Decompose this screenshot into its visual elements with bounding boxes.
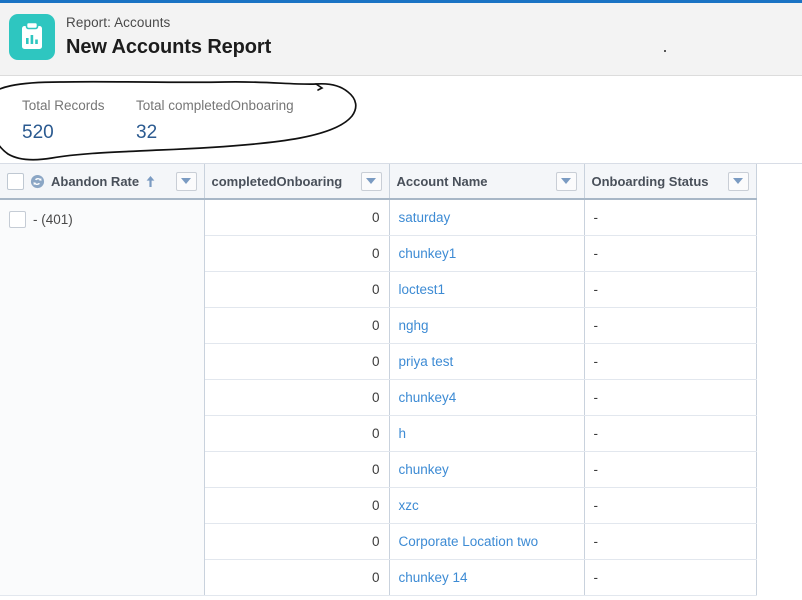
stray-dot-artifact: [664, 50, 666, 52]
cell-account-name[interactable]: chunkey: [389, 451, 585, 488]
header-text-group: Report: Accounts New Accounts Report: [66, 14, 271, 60]
column-menu-button-completedonboaring[interactable]: [360, 171, 382, 191]
breadcrumb: Report: Accounts: [66, 15, 171, 30]
table-body: - (401) 0 saturday - 0 chunkey1 - 0 loct…: [0, 199, 757, 596]
select-all-checkbox[interactable]: [7, 172, 24, 190]
cell-onboarding-status: -: [584, 523, 757, 560]
cell-onboarding-status: -: [584, 559, 757, 596]
arrow-up-icon[interactable]: [145, 175, 156, 188]
cell-completedonboaring: 0: [204, 235, 390, 272]
cell-onboarding-status: -: [584, 415, 757, 452]
page-header: Report: Accounts New Accounts Report: [0, 3, 802, 76]
account-name-link[interactable]: chunkey: [399, 462, 449, 477]
table-header-row: Abandon Rate completedOnboaring Account …: [0, 164, 757, 200]
account-name-link[interactable]: priya test: [399, 354, 454, 369]
account-name-link[interactable]: loctest1: [399, 282, 446, 297]
cell-account-name[interactable]: saturday: [389, 199, 585, 236]
summary-value: 32: [136, 122, 158, 143]
cell-account-name[interactable]: priya test: [389, 343, 585, 380]
account-name-link[interactable]: h: [399, 426, 407, 441]
account-name-link[interactable]: Corporate Location two: [399, 534, 539, 549]
cell-onboarding-status: -: [584, 451, 757, 488]
account-name-link[interactable]: nghg: [399, 318, 429, 333]
summary-item-total-completedonboaring: Total completedOnboaring 32: [136, 97, 294, 145]
column-menu-button-account-name[interactable]: [555, 171, 577, 191]
summary-strip: Total Records 520 Total completedOnboari…: [0, 76, 802, 164]
report-clipboard-icon: [9, 14, 55, 60]
cell-completedonboaring: 0: [204, 271, 390, 308]
group-row-label: - (401): [33, 212, 73, 227]
cell-completedonboaring: 0: [204, 343, 390, 380]
cell-completedonboaring: 0: [204, 307, 390, 344]
cell-account-name[interactable]: Corporate Location two: [389, 523, 585, 560]
cell-account-name[interactable]: chunkey4: [389, 379, 585, 416]
cell-completedonboaring: 0: [204, 523, 390, 560]
column-header-label: Abandon Rate: [51, 173, 140, 189]
cell-onboarding-status: -: [584, 235, 757, 272]
cell-account-name[interactable]: loctest1: [389, 271, 585, 308]
cell-onboarding-status: -: [584, 307, 757, 344]
summary-label: Total Records: [22, 98, 105, 113]
column-header-label: Onboarding Status: [591, 173, 709, 189]
cell-completedonboaring: 0: [204, 559, 390, 596]
cell-onboarding-status: -: [584, 487, 757, 524]
account-name-link[interactable]: chunkey 14: [399, 570, 468, 585]
cell-account-name[interactable]: xzc: [389, 487, 585, 524]
column-header-account-name[interactable]: Account Name: [389, 164, 585, 200]
summary-item-total-records: Total Records 520: [22, 97, 105, 145]
cell-completedonboaring: 0: [204, 199, 390, 236]
column-header-label: Account Name: [396, 173, 488, 189]
cell-account-name[interactable]: chunkey1: [389, 235, 585, 272]
account-name-link[interactable]: chunkey4: [399, 390, 457, 405]
group-row-cell[interactable]: - (401): [0, 199, 205, 596]
table-row: - (401) 0 saturday -: [0, 199, 757, 596]
cell-onboarding-status: -: [584, 379, 757, 416]
summary-value: 520: [22, 122, 54, 143]
cell-onboarding-status: -: [584, 199, 757, 236]
column-header-completedonboaring[interactable]: completedOnboaring: [204, 164, 390, 200]
cell-completedonboaring: 0: [204, 379, 390, 416]
cell-completedonboaring: 0: [204, 487, 390, 524]
cell-account-name[interactable]: nghg: [389, 307, 585, 344]
account-name-link[interactable]: xzc: [399, 498, 419, 513]
column-header-abandon-rate[interactable]: Abandon Rate: [0, 164, 205, 200]
sync-icon: [30, 174, 45, 188]
group-row-checkbox[interactable]: [9, 211, 26, 228]
cell-account-name[interactable]: h: [389, 415, 585, 452]
account-name-link[interactable]: saturday: [399, 210, 451, 225]
page-title: New Accounts Report: [66, 36, 272, 58]
summary-label: Total completedOnboaring: [136, 98, 294, 113]
column-menu-button-abandon-rate[interactable]: [175, 171, 197, 191]
account-name-link[interactable]: chunkey1: [399, 246, 457, 261]
cell-completedonboaring: 0: [204, 415, 390, 452]
report-data-table: Abandon Rate completedOnboaring Account …: [0, 164, 757, 596]
cell-completedonboaring: 0: [204, 451, 390, 488]
cell-onboarding-status: -: [584, 343, 757, 380]
column-header-onboarding-status[interactable]: Onboarding Status: [584, 164, 757, 200]
cell-onboarding-status: -: [584, 271, 757, 308]
column-header-label: completedOnboaring: [211, 173, 343, 189]
cell-account-name[interactable]: chunkey 14: [389, 559, 585, 596]
report-table: Abandon Rate completedOnboaring Account …: [0, 164, 802, 600]
column-menu-button-onboarding-status[interactable]: [727, 171, 749, 191]
